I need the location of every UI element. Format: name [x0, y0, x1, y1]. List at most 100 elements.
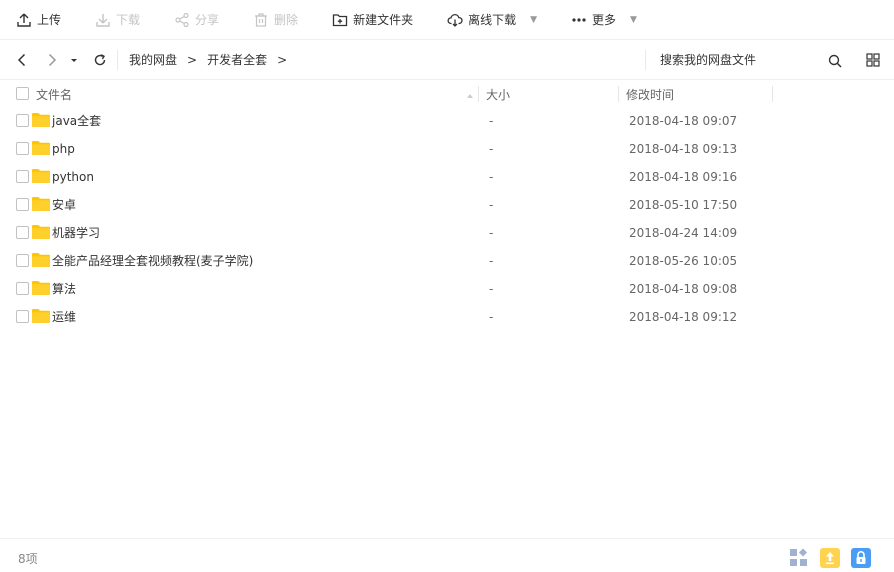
folder-icon	[32, 113, 50, 127]
file-name[interactable]: 机器学习	[52, 219, 100, 247]
row-checkbox[interactable]	[16, 282, 29, 295]
table-row[interactable]: 机器学习 - 2018-04-24 14:09	[0, 219, 894, 247]
file-size: -	[489, 142, 494, 156]
file-modified: 2018-04-18 09:08	[629, 282, 738, 296]
file-modified: 2018-05-10 17:50	[629, 198, 738, 212]
row-checkbox[interactable]	[16, 142, 29, 155]
file-modified: 2018-04-24 14:09	[629, 226, 738, 240]
folder-icon	[32, 169, 50, 183]
folder-icon	[32, 225, 50, 239]
upload-manager-icon[interactable]	[820, 548, 840, 568]
navigation-bar: 我的网盘 > 开发者全套 >	[0, 40, 894, 80]
share-button[interactable]: 分享	[174, 0, 219, 40]
file-size: -	[489, 114, 494, 128]
toolbar: 上传 下载 分享 删除 新建文件夹 离线下载 ▼ 更多 ▼	[0, 0, 894, 40]
share-label: 分享	[195, 13, 220, 27]
file-modified: 2018-04-18 09:12	[629, 310, 738, 324]
table-row[interactable]: 运维 - 2018-04-18 09:12	[0, 303, 894, 331]
file-name[interactable]: java全套	[52, 107, 101, 135]
refresh-icon[interactable]	[93, 53, 107, 67]
lock-icon[interactable]	[851, 548, 871, 568]
folder-icon	[32, 197, 50, 211]
grid-view-icon[interactable]	[866, 53, 880, 70]
file-size: -	[489, 310, 494, 324]
breadcrumb-separator: >	[277, 52, 288, 67]
file-size: -	[489, 170, 494, 184]
breadcrumb-root[interactable]: 我的网盘	[129, 51, 177, 68]
more-dots-icon	[571, 12, 587, 28]
table-row[interactable]: 全能产品经理全套视频教程(麦子学院) - 2018-05-26 10:05	[0, 247, 894, 275]
file-modified: 2018-05-26 10:05	[629, 254, 738, 268]
cloud-download-icon	[447, 12, 463, 28]
table-row[interactable]: java全套 - 2018-04-18 09:07	[0, 107, 894, 135]
forward-icon[interactable]	[45, 53, 59, 67]
file-modified: 2018-04-18 09:13	[629, 142, 738, 156]
new-folder-icon	[332, 12, 348, 28]
table-row[interactable]: 算法 - 2018-04-18 09:08	[0, 275, 894, 303]
row-checkbox[interactable]	[16, 254, 29, 267]
file-name[interactable]: 全能产品经理全套视频教程(麦子学院)	[52, 247, 253, 275]
offline-download-dropdown-icon[interactable]: ▼	[530, 15, 537, 25]
row-checkbox[interactable]	[16, 226, 29, 239]
file-modified: 2018-04-18 09:16	[629, 170, 738, 184]
file-size: -	[489, 282, 494, 296]
folder-icon	[32, 309, 50, 323]
share-icon	[174, 12, 190, 28]
file-name[interactable]: 运维	[52, 303, 76, 331]
file-name[interactable]: 安卓	[52, 191, 76, 219]
download-button[interactable]: 下载	[95, 0, 140, 40]
offline-download-label: 离线下载	[468, 13, 517, 27]
download-icon	[95, 12, 111, 28]
table-row[interactable]: php - 2018-04-18 09:13	[0, 135, 894, 163]
file-size: -	[489, 226, 494, 240]
column-header-size[interactable]: 大小	[486, 80, 510, 108]
upload-button[interactable]: 上传	[16, 0, 61, 40]
column-divider[interactable]	[478, 86, 479, 102]
folder-icon	[32, 281, 50, 295]
status-bar: 8项	[0, 538, 894, 572]
offline-download-button[interactable]: 离线下载 ▼	[447, 0, 537, 40]
folder-icon	[32, 141, 50, 155]
breadcrumb-separator: >	[187, 52, 198, 67]
back-icon[interactable]	[15, 53, 29, 67]
history-dropdown-icon[interactable]	[67, 53, 81, 67]
new-folder-label: 新建文件夹	[353, 13, 414, 27]
sort-asc-icon[interactable]	[466, 89, 474, 103]
file-modified: 2018-04-18 09:07	[629, 114, 738, 128]
file-size: -	[489, 254, 494, 268]
search-input[interactable]	[660, 53, 820, 67]
row-checkbox[interactable]	[16, 170, 29, 183]
file-size: -	[489, 198, 494, 212]
column-divider[interactable]	[772, 86, 773, 102]
column-header-modified[interactable]: 修改时间	[626, 80, 674, 108]
table-row[interactable]: 安卓 - 2018-05-10 17:50	[0, 191, 894, 219]
delete-button[interactable]: 删除	[253, 0, 298, 40]
trash-icon	[253, 12, 269, 28]
apps-icon[interactable]	[789, 548, 808, 567]
row-checkbox[interactable]	[16, 114, 29, 127]
search-box	[645, 50, 850, 70]
delete-label: 删除	[274, 13, 299, 27]
column-header-name[interactable]: 文件名	[36, 80, 72, 108]
file-list-header: 文件名 大小 修改时间	[0, 80, 894, 108]
column-divider[interactable]	[618, 86, 619, 102]
more-dropdown-icon[interactable]: ▼	[630, 15, 637, 25]
more-label: 更多	[592, 13, 617, 27]
breadcrumb-current[interactable]: 开发者全套	[207, 51, 267, 68]
breadcrumb: 我的网盘 > 开发者全套 >	[117, 49, 297, 70]
row-checkbox[interactable]	[16, 198, 29, 211]
search-icon[interactable]	[828, 54, 842, 71]
more-button[interactable]: 更多 ▼	[571, 0, 637, 40]
new-folder-button[interactable]: 新建文件夹	[332, 0, 413, 40]
file-name[interactable]: python	[52, 163, 94, 191]
file-list: java全套 - 2018-04-18 09:07 php - 2018-04-…	[0, 107, 894, 331]
file-name[interactable]: 算法	[52, 275, 76, 303]
table-row[interactable]: python - 2018-04-18 09:16	[0, 163, 894, 191]
item-count: 8项	[18, 552, 38, 566]
download-label: 下载	[116, 13, 141, 27]
select-all-checkbox[interactable]	[16, 87, 29, 100]
upload-label: 上传	[37, 13, 62, 27]
upload-icon	[16, 12, 32, 28]
file-name[interactable]: php	[52, 135, 75, 163]
row-checkbox[interactable]	[16, 310, 29, 323]
